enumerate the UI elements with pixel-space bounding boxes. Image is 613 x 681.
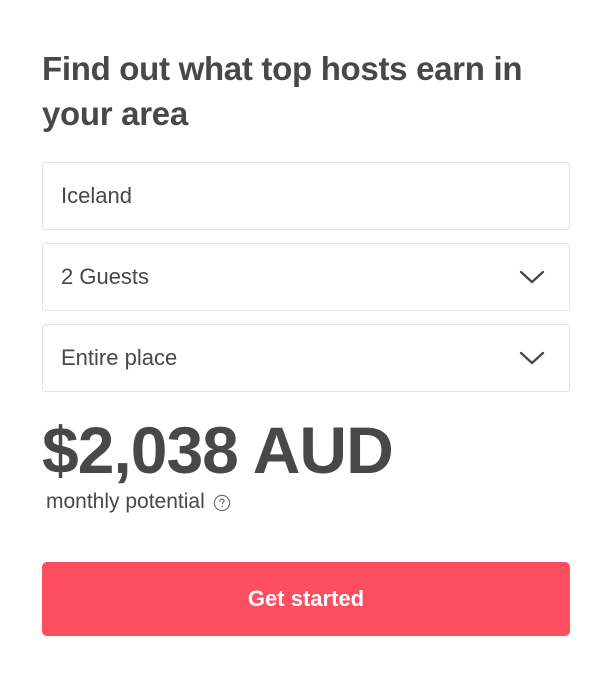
earnings-card: Find out what top hosts earn in your are…	[0, 0, 613, 681]
question-circle-icon[interactable]	[213, 494, 231, 512]
location-value[interactable]: Iceland	[61, 183, 551, 209]
chevron-down-icon[interactable]	[518, 344, 546, 372]
monthly-potential-label: monthly potential	[46, 490, 205, 513]
guests-selected-value: 2 Guests	[61, 264, 150, 289]
get-started-button[interactable]: Get started	[42, 562, 570, 636]
location-input[interactable]: Iceland	[42, 162, 570, 230]
earnings-amount: $2,038 AUD	[42, 413, 394, 487]
place-type-selected-value: Entire place	[61, 345, 178, 370]
place-type-select[interactable]: Entire place	[42, 324, 570, 392]
guests-select[interactable]: 2 Guests	[42, 243, 570, 311]
monthly-potential: monthly potential	[46, 490, 231, 514]
chevron-down-icon[interactable]	[518, 263, 546, 291]
page-title: Find out what top hosts earn in your are…	[42, 50, 523, 132]
